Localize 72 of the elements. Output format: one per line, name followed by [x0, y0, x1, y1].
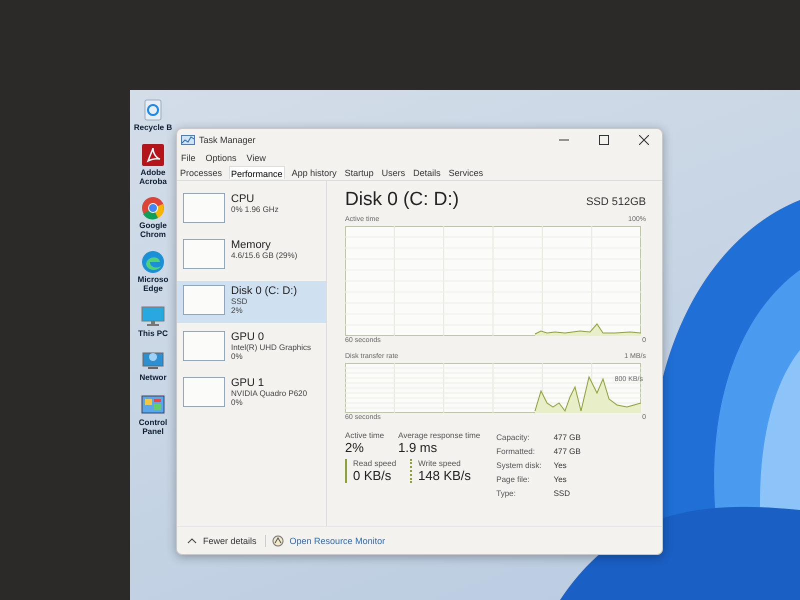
property-label: Capacity: [496, 432, 531, 444]
document-icon [141, 142, 165, 167]
browser-icon [141, 196, 165, 220]
tab[interactable]: Performance [229, 166, 285, 179]
usage-thumbnail [183, 377, 225, 407]
tab[interactable]: Users [380, 166, 406, 179]
item-name: CPU [231, 193, 256, 205]
item-detail: 4.6/15.6 GB (29%) [231, 251, 298, 260]
usage-thumbnail [183, 331, 225, 361]
usage-thumbnail [183, 285, 225, 315]
item-name: GPU 0 [231, 331, 266, 343]
stat-value: 148 KB/s [418, 468, 471, 483]
property-label: Type: [496, 488, 517, 500]
monitor-icon [141, 304, 165, 328]
sidebar-item[interactable]: GPU 0 Intel(R) UHD Graphics 0% [177, 327, 326, 369]
usage-thumbnail [183, 193, 225, 223]
fewer-details-button[interactable]: Fewer details [185, 534, 259, 548]
stat-label: Active time [345, 431, 384, 440]
property-value: SSD [554, 488, 572, 500]
browser-icon [141, 250, 165, 274]
icon-label: Microso Edge [136, 276, 170, 294]
menu-item[interactable]: Options [206, 153, 237, 163]
item-detail: SSD [231, 297, 248, 306]
item-name: Memory [231, 239, 272, 251]
icon-label: Control Panel [138, 419, 168, 437]
window-title: Task Manager [199, 135, 256, 145]
icon-label: Recycle B [132, 124, 174, 133]
property-value: Yes [554, 460, 568, 472]
tab[interactable]: Processes [179, 166, 224, 179]
stat-value: 1.9 ms [398, 440, 438, 455]
property-value: 477 GB [554, 446, 581, 458]
item-detail: 2% [231, 306, 244, 315]
gauge-icon [272, 534, 284, 546]
property-value: Yes [554, 474, 568, 486]
tab[interactable]: App history [290, 166, 338, 179]
menu-item[interactable]: View [246, 153, 266, 163]
property-label: System disk: [496, 460, 542, 472]
icon-label: This PC [137, 330, 169, 338]
tab[interactable]: Services [448, 166, 484, 179]
chevron-up-icon [187, 536, 197, 544]
sidebar-item[interactable]: CPU 0% 1.96 GHz [177, 189, 326, 231]
icon-label: Networ [138, 374, 168, 384]
menu-item[interactable]: File [181, 153, 196, 163]
stat-label: Read speed [353, 459, 396, 468]
item-detail: 0% [231, 352, 244, 361]
sidebar-item[interactable]: GPU 1 NVIDIA Quadro P620 0% [177, 373, 326, 415]
sidebar-item[interactable]: Disk 0 (C: D:) SSD 2% [177, 281, 326, 323]
icon-label: Adobe Acroba [138, 168, 168, 186]
chart-icon [181, 135, 195, 145]
property-label: Page file: [496, 474, 531, 486]
sidebar-item[interactable]: Memory 4.6/15.6 GB (29%) [177, 235, 326, 277]
disk-title: Disk 0 (C: D:) [345, 189, 459, 211]
item-detail: NVIDIA Quadro P620 [231, 389, 308, 398]
property-label: Formatted: [496, 446, 536, 458]
property-value: 477 GB [554, 432, 581, 444]
usage-thumbnail [183, 239, 225, 269]
item-name: GPU 1 [231, 377, 266, 389]
item-detail: 0% [231, 398, 244, 407]
item-detail: 0% 1.96 GHz [231, 205, 279, 214]
stat-label: Average response time [398, 431, 480, 440]
item-name: Disk 0 (C: D:) [231, 285, 297, 297]
disk-model: SSD 512GB [586, 196, 646, 208]
tab[interactable]: Details [412, 166, 442, 179]
close-icon [639, 135, 649, 145]
resource-monitor-link[interactable]: Open Resource Monitor [290, 536, 386, 546]
stat-value: 2% [345, 440, 365, 455]
stat-value: 0 KB/s [353, 468, 392, 483]
icon-label: Google Chrom [138, 222, 168, 240]
item-detail: Intel(R) UHD Graphics [231, 343, 312, 352]
maximize-icon [599, 135, 609, 145]
tab[interactable]: Startup [344, 166, 375, 179]
stat-label: Write speed [418, 459, 462, 468]
